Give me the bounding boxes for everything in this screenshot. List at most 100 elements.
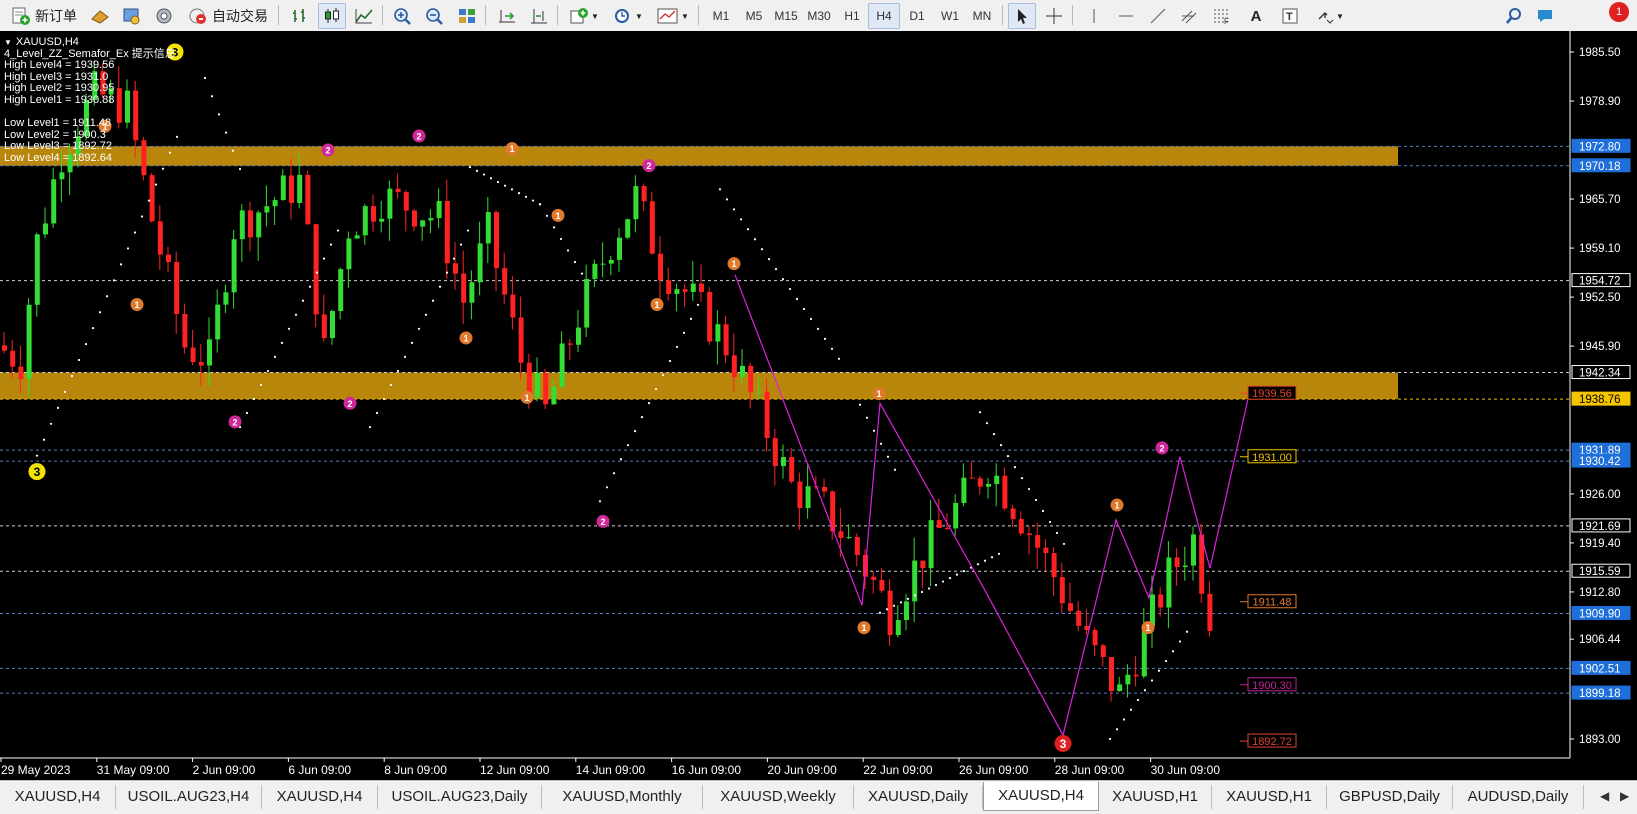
sar-dot — [468, 166, 472, 169]
chart-tab[interactable]: AUDUSD,Daily — [1453, 785, 1584, 809]
sar-dot — [1129, 708, 1133, 711]
cursor-button[interactable] — [1008, 3, 1036, 29]
chart-tab-active[interactable]: XAUUSD,H4 — [983, 782, 1099, 811]
candle-body — [1166, 557, 1172, 608]
candle-body — [559, 343, 565, 387]
chart-tab[interactable]: XAUUSD,Weekly — [703, 785, 854, 809]
sar-dot — [1157, 669, 1161, 672]
timeframe-mn[interactable]: MN — [966, 3, 998, 29]
chart-shift-button[interactable] — [525, 3, 553, 29]
zoom-in-button[interactable] — [389, 3, 417, 29]
candle-body — [1018, 519, 1024, 534]
data-window-button[interactable] — [118, 3, 146, 29]
sar-dot — [1150, 679, 1154, 682]
chart-tab[interactable]: XAUUSD,H4 — [0, 785, 116, 809]
indicators-icon — [570, 8, 589, 24]
periodicity-button[interactable]: ▼ — [608, 3, 648, 29]
vertical-line-button[interactable] — [1080, 3, 1108, 29]
crosshair-button[interactable] — [1040, 3, 1068, 29]
sar-dot — [389, 383, 393, 387]
auto-scroll-button[interactable] — [493, 3, 521, 29]
chat-button[interactable] — [1532, 3, 1560, 29]
sar-dot — [336, 229, 340, 232]
text-label-button[interactable]: T — [1276, 3, 1304, 29]
trendline-button[interactable] — [1144, 3, 1172, 29]
candlestick-chart-button[interactable] — [318, 3, 346, 29]
chart-tab[interactable]: XAUUSD,H1 — [1099, 785, 1212, 809]
sar-dot — [837, 357, 841, 360]
equidistant-channel-button[interactable] — [1176, 3, 1204, 29]
candle-body — [272, 200, 278, 207]
auto-scroll-icon — [499, 10, 515, 23]
time-axis-label: 2 Jun 09:00 — [193, 763, 256, 777]
candle-body — [518, 317, 524, 363]
candle-body — [576, 327, 581, 345]
chevron-down-icon: ▼ — [591, 11, 599, 21]
chart-tab[interactable]: GBPUSD,Daily — [1327, 785, 1453, 809]
sar-dot — [266, 369, 270, 373]
chart-tab[interactable]: XAUUSD,Daily — [854, 785, 983, 809]
chart-tab[interactable]: XAUUSD,Monthly — [542, 785, 703, 809]
candle-body — [731, 355, 737, 378]
toolbar-separator — [698, 5, 699, 25]
price-chart[interactable]: 1111111111112222222333 1939.56 1931.00 191… — [0, 31, 1637, 780]
text-label-icon: T — [1282, 8, 1298, 24]
market-watch-icon — [91, 10, 109, 24]
notification-badge[interactable]: 1 — [1609, 2, 1629, 22]
semafor-mark-label: 1 — [524, 393, 529, 403]
candlestick-icon — [325, 8, 339, 23]
chart-tab[interactable]: XAUUSD,H4 — [262, 785, 378, 809]
new-order-button[interactable]: 新订单 — [4, 3, 84, 29]
sar-dot — [1122, 718, 1126, 721]
symbol-header: XAUUSD,H4 — [15, 36, 79, 48]
auto-trading-button[interactable]: 自动交易 — [184, 3, 272, 29]
timeframe-m30[interactable]: M30 — [803, 3, 835, 29]
timeframe-h1[interactable]: H1 — [836, 3, 868, 29]
indicators-button[interactable]: ▼ — [564, 3, 604, 29]
bar-chart-button[interactable] — [286, 3, 314, 29]
templates-button[interactable]: ▼ — [652, 3, 694, 29]
candle-body — [928, 520, 934, 569]
sar-dot — [573, 260, 577, 264]
tab-scroll-left-icon[interactable]: ◀ — [1600, 789, 1609, 803]
timeframe-h4[interactable]: H4 — [868, 3, 900, 29]
chart-tab[interactable]: XAUUSD,H1 — [1212, 785, 1327, 809]
line-chart-button[interactable] — [350, 3, 378, 29]
sar-dot — [566, 249, 570, 252]
tile-windows-button[interactable] — [453, 3, 481, 29]
chart-canvas[interactable]: 1111111111112222222333 1939.561931.00191… — [0, 31, 1637, 780]
tab-scroll-right-icon[interactable]: ▶ — [1620, 789, 1629, 803]
timeframe-m5[interactable]: M5 — [738, 3, 770, 29]
fibonacci-button[interactable]: F — [1208, 3, 1236, 29]
timeframe-m15[interactable]: M15 — [770, 3, 802, 29]
time-axis-label: 22 Jun 09:00 — [863, 763, 933, 777]
navigator-button[interactable] — [150, 3, 178, 29]
timeframe-w1[interactable]: W1 — [934, 3, 966, 29]
candle-body — [592, 263, 598, 279]
arrows-button[interactable]: ▼ — [1310, 3, 1350, 29]
timeframe-d1[interactable]: D1 — [901, 3, 933, 29]
zoom-out-button[interactable] — [421, 3, 449, 29]
semafor-mark-label: 2 — [347, 399, 352, 409]
sar-dot — [273, 355, 277, 358]
sar-dot — [718, 188, 722, 191]
candle-body — [920, 560, 926, 569]
search-button[interactable] — [1500, 3, 1528, 29]
sar-dot — [315, 271, 319, 274]
candle-body — [1043, 547, 1049, 554]
sar-dot — [1006, 455, 1010, 458]
sar-dot — [788, 287, 792, 291]
sar-dot — [1143, 689, 1147, 692]
chart-tab[interactable]: USOIL.AUG23,Daily — [378, 785, 542, 809]
sar-dot — [252, 397, 256, 401]
timeframe-m1[interactable]: M1 — [705, 3, 737, 29]
price-tag-label: 1954.72 — [1579, 276, 1621, 288]
chart-tab[interactable]: USOIL.AUG23,H4 — [116, 785, 262, 809]
horizontal-line-button[interactable] — [1112, 3, 1140, 29]
sar-dot — [668, 359, 672, 363]
text-tool-button[interactable]: A — [1242, 3, 1270, 29]
candle-body — [428, 218, 434, 221]
level-tag-label: 1939.56 — [1252, 388, 1292, 400]
sar-dot — [978, 411, 982, 414]
market-watch-button[interactable] — [86, 3, 114, 29]
